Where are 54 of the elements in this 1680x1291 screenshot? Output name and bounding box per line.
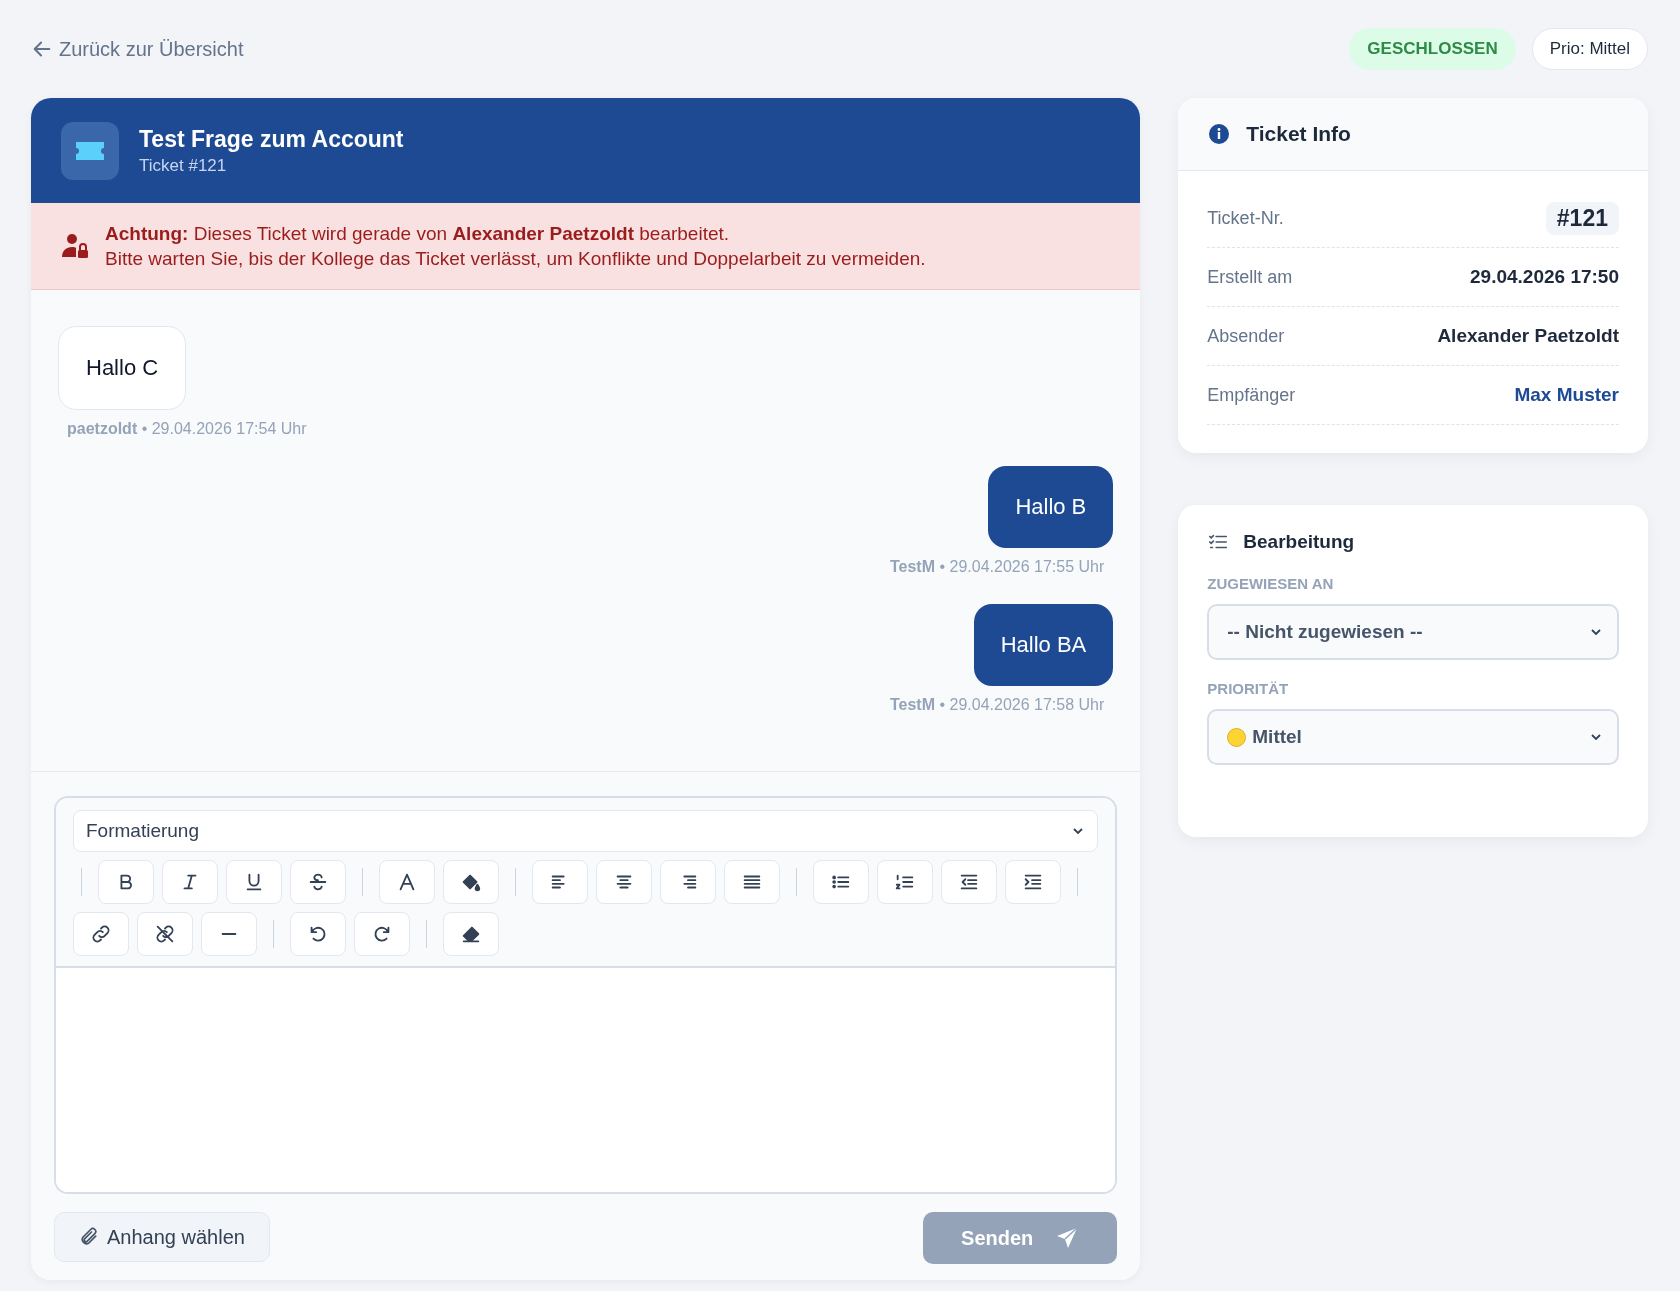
field-label: PRIORITÄT [1207, 680, 1290, 697]
format-underline-icon[interactable] [226, 860, 282, 904]
info-icon [1208, 123, 1231, 145]
message-bubble: Hallo B [988, 466, 1114, 548]
message-bubble: Hallo C [58, 326, 187, 410]
field-label: ZUGEWIESEN AN [1207, 575, 1335, 592]
alert-text: Achtung: Dieses Ticket wird gerade von Alexander Paetzoldt bearbeitet. [105, 222, 731, 246]
outdent-icon[interactable] [941, 860, 997, 904]
align-right-icon[interactable] [660, 860, 716, 904]
info-label: Empfänger [1207, 384, 1296, 406]
link-icon[interactable] [73, 912, 129, 956]
info-label: Absender [1207, 325, 1285, 347]
message-bubble: Hallo BA [973, 604, 1114, 686]
card-title: Bearbeitung [1243, 531, 1355, 553]
strikethrough-icon[interactable] [290, 860, 346, 904]
recipient-link[interactable]: Max Muster [1514, 384, 1619, 406]
message-meta: paetzoldt • 29.04.2026 17:54 Uhr [66, 420, 308, 438]
indent-icon[interactable] [1005, 860, 1061, 904]
select-field[interactable]: Mittel [1207, 709, 1619, 765]
back-link[interactable]: Zurück zur Übersicht [31, 37, 244, 61]
info-value: 29.04.2026 17:50 [1470, 266, 1619, 288]
ticket-title: Test Frage zum Account [139, 125, 404, 153]
attach-button[interactable]: Anhang wählen [54, 1212, 270, 1262]
status-badge: GESCHLOSSEN [1349, 28, 1516, 70]
status-dot-icon [1227, 727, 1247, 747]
message-meta: TestM • 29.04.2026 17:58 Uhr [888, 696, 1106, 714]
text-color-icon[interactable] [379, 860, 435, 904]
paperclip-icon [79, 1227, 99, 1247]
undo-icon[interactable] [290, 912, 346, 956]
format-italic-icon[interactable] [162, 860, 218, 904]
message-meta: TestM • 29.04.2026 17:55 Uhr [888, 558, 1106, 576]
info-label: Erstellt am [1207, 266, 1293, 288]
align-center-icon[interactable] [596, 860, 652, 904]
format-select[interactable]: Formatierung [73, 810, 1099, 852]
select-field[interactable]: -- Nicht zugewiesen -- [1207, 604, 1619, 660]
user-lock-icon [61, 232, 89, 260]
redo-icon[interactable] [354, 912, 410, 956]
paint-bucket-icon[interactable] [443, 860, 499, 904]
eraser-icon[interactable] [443, 912, 499, 956]
ticket-number-badge: #121 [1545, 201, 1619, 235]
bullet-list-icon[interactable] [813, 860, 869, 904]
ticket-icon [61, 121, 119, 180]
align-left-icon[interactable] [532, 860, 588, 904]
send-icon [1055, 1226, 1080, 1250]
info-label: Ticket-Nr. [1207, 207, 1284, 229]
numbered-list-icon[interactable] [877, 860, 933, 904]
info-value: Alexander Paetzoldt [1437, 325, 1619, 347]
alert-text: Bitte warten Sie, bis der Kollege das Ticket verlässt, um Konflikte und Doppelarbeit zu vermeiden. [105, 247, 926, 271]
ticket-number: Ticket #121 [139, 155, 228, 176]
align-justify-icon[interactable] [724, 860, 780, 904]
format-bold-icon[interactable] [98, 860, 154, 904]
unlink-icon[interactable] [137, 912, 193, 956]
card-title: Ticket Info [1246, 122, 1351, 146]
priority-badge: Prio: Mittel [1531, 28, 1648, 70]
